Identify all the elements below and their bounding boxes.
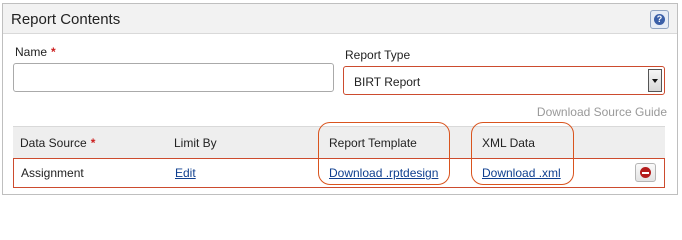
header-report-template: Report Template <box>329 136 417 150</box>
download-rptdesign-link[interactable]: Download .rptdesign <box>329 166 438 180</box>
remove-button[interactable] <box>635 163 656 182</box>
panel-title: Report Contents <box>11 11 121 28</box>
header-data-source: Data Source * <box>20 136 95 150</box>
download-source-guide-link[interactable]: Download Source Guide <box>537 105 667 119</box>
help-icon: ? <box>654 14 665 25</box>
report-type-label: Report Type <box>345 48 411 62</box>
cell-data-source: Assignment <box>21 166 84 180</box>
report-type-select[interactable]: BIRT Report <box>343 66 665 95</box>
panel-header: Report Contents ? <box>3 4 677 34</box>
name-label: Name * <box>15 45 56 59</box>
header-xml-data: XML Data <box>482 136 535 150</box>
table-row: Assignment Edit Download .rptdesign Down… <box>13 158 665 188</box>
report-type-value: BIRT Report <box>354 75 421 89</box>
header-limit-by: Limit By <box>174 136 217 150</box>
header-data-source-text: Data Source <box>20 136 87 150</box>
required-marker: * <box>90 136 96 150</box>
help-button[interactable]: ? <box>650 10 669 29</box>
remove-icon <box>640 167 651 178</box>
chevron-down-icon[interactable] <box>648 69 662 92</box>
edit-limit-link[interactable]: Edit <box>175 166 196 180</box>
required-marker: * <box>51 45 56 59</box>
name-input[interactable] <box>13 63 334 92</box>
name-label-text: Name <box>15 45 48 59</box>
table-header: Data Source * Limit By Report Template XM… <box>13 126 665 158</box>
download-xml-link[interactable]: Download .xml <box>482 166 561 180</box>
